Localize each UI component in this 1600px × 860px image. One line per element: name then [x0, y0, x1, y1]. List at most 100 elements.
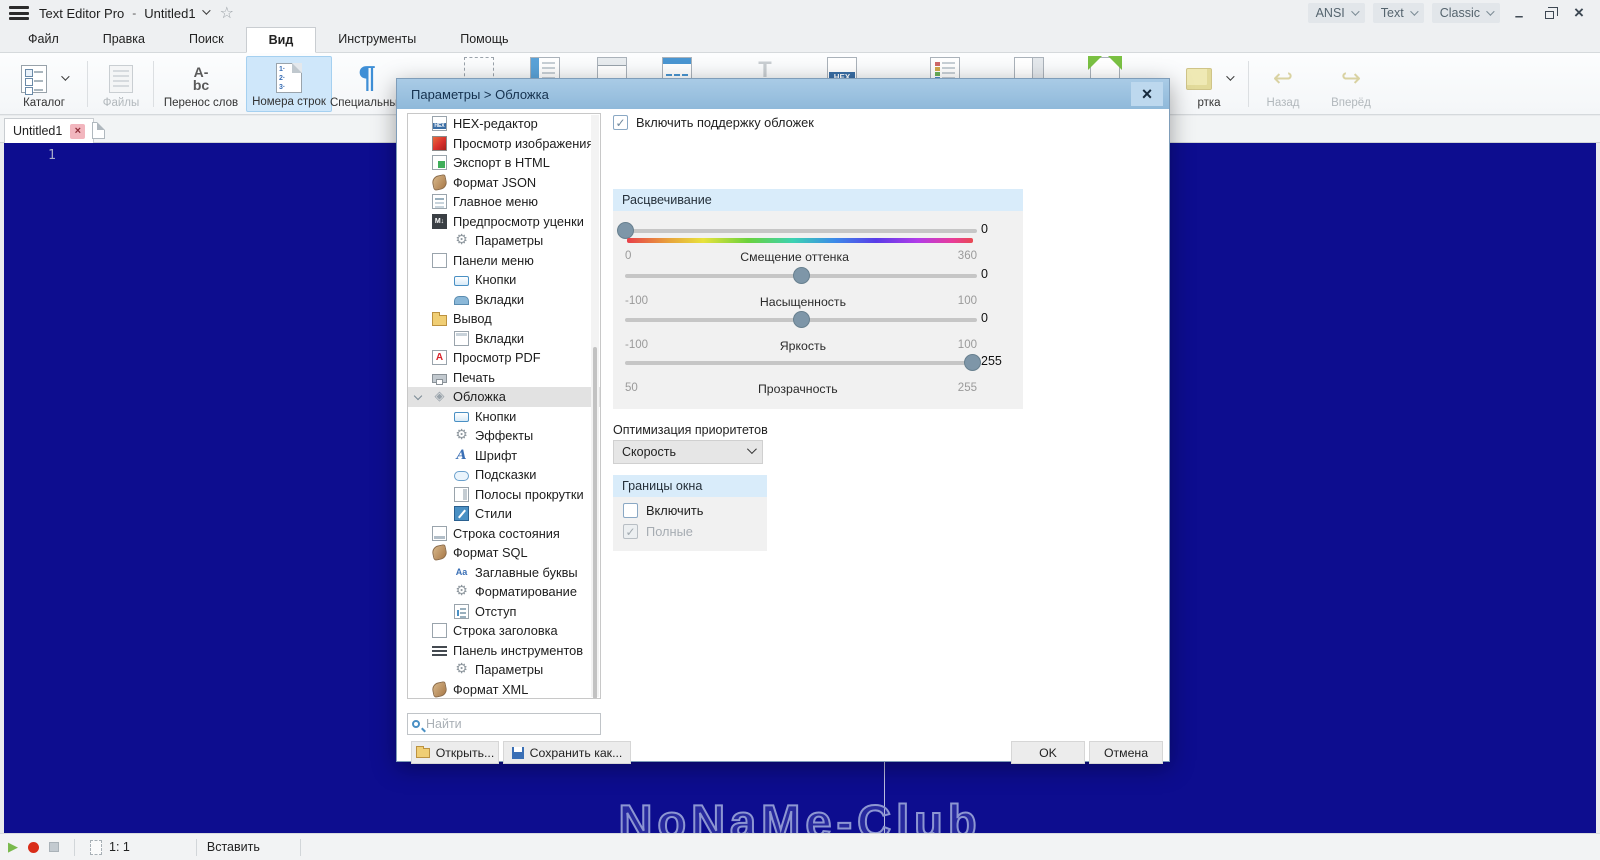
save-as-button[interactable]: Сохранить как...: [503, 741, 631, 764]
tree-item-Полосы прокрутки[interactable]: Полосы прокрутки: [408, 485, 600, 505]
slider-track[interactable]: [625, 311, 977, 328]
titlebar-doc-name[interactable]: Untitled1: [144, 6, 195, 21]
toolbar-button-label: ртка: [1197, 97, 1221, 109]
menu-tab-Вид[interactable]: Вид: [245, 27, 317, 53]
tree-item-Формат XML[interactable]: Формат XML: [408, 680, 600, 699]
tab-close-icon[interactable]: ×: [70, 123, 86, 139]
tree-item-Эффекты[interactable]: Эффекты: [408, 426, 600, 446]
open-button[interactable]: Открыть...: [411, 741, 499, 764]
macro-stop-icon: [49, 842, 59, 852]
tree-item-Главное меню[interactable]: Главное меню: [408, 192, 600, 212]
dialog-titlebar[interactable]: Параметры > Обложка ×: [397, 79, 1169, 109]
doc-name-chevron-icon[interactable]: [201, 6, 211, 15]
tree-item-Стили[interactable]: Стили: [408, 504, 600, 524]
tree-item-Формат JSON[interactable]: Формат JSON: [408, 173, 600, 193]
menu-tab-Файл[interactable]: Файл: [6, 26, 81, 52]
checkbox-Включить[interactable]: [623, 503, 638, 518]
tree-item-Параметры[interactable]: Параметры: [408, 231, 600, 251]
tree-item-Панель инструментов[interactable]: Панель инструментов: [408, 641, 600, 661]
tree-item-Строка заголовка[interactable]: Строка заголовка: [408, 621, 600, 641]
restore-button[interactable]: [1538, 3, 1560, 23]
toolbar-button-pilcrow[interactable]: ¶ Специальные: [330, 56, 404, 112]
theme-dropdown[interactable]: Classic: [1431, 3, 1500, 23]
tree-item-label: Просмотр изображения: [453, 135, 594, 151]
encoding-dropdown[interactable]: ANSI: [1307, 3, 1365, 23]
tree-item-Печать[interactable]: Печать: [408, 368, 600, 388]
slider-thumb[interactable]: [617, 222, 634, 239]
window-titlebar: Text Editor Pro - Untitled1 ☆ ANSI Text …: [0, 0, 1600, 26]
slider-name-label: Смещение оттенка: [740, 250, 849, 264]
new-document-icon[interactable]: [92, 122, 105, 139]
tree-search-box: [407, 713, 601, 735]
hue-gradient-bar: [627, 238, 973, 243]
folder-icon: [432, 311, 447, 326]
slider-track[interactable]: [625, 354, 981, 371]
chevron-down-icon[interactable]: [1225, 72, 1235, 81]
tree-item-Формат SQL[interactable]: Формат SQL: [408, 543, 600, 563]
caret-position-icon: [90, 839, 102, 855]
tree-item-Предпросмотр уценки[interactable]: Предпросмотр уценки: [408, 212, 600, 232]
settings-tree: HEX-редактор Просмотр изображения Экспорт …: [407, 113, 601, 699]
slider-track[interactable]: [625, 267, 977, 284]
tree-item-Параметры[interactable]: Параметры: [408, 660, 600, 680]
hamburger-menu-icon[interactable]: [9, 6, 29, 20]
document-tab[interactable]: Untitled1 ×: [4, 118, 95, 143]
toolbar-button-cube[interactable]: ртка: [1172, 56, 1246, 112]
filetype-dropdown[interactable]: Text: [1372, 3, 1424, 23]
menu-tab-Инструменты[interactable]: Инструменты: [316, 26, 438, 52]
close-window-button[interactable]: ×: [1568, 3, 1590, 23]
menu-tab-Правка[interactable]: Правка: [81, 26, 167, 52]
toolbar-button-word-wrap[interactable]: A-bc Перенос слов: [158, 56, 244, 112]
favorite-star-icon[interactable]: ☆: [220, 3, 234, 23]
statusbar-icon: [432, 525, 447, 541]
tree-item-Вкладки[interactable]: Вкладки: [408, 329, 600, 349]
tree-item-Кнопки[interactable]: Кнопки: [408, 270, 600, 290]
ok-button[interactable]: OK: [1011, 741, 1085, 764]
expanded-chevron-icon[interactable]: [413, 391, 423, 401]
tree-item-Кнопки[interactable]: Кнопки: [408, 407, 600, 427]
menu-tab-Помощь[interactable]: Помощь: [438, 26, 530, 52]
macro-play-icon[interactable]: ▶: [8, 839, 18, 855]
macro-record-icon[interactable]: [28, 841, 39, 853]
tree-item-label: Кнопки: [475, 408, 517, 424]
tree-item-Просмотр изображения[interactable]: Просмотр изображения: [408, 134, 600, 154]
tree-item-Просмотр PDF[interactable]: Просмотр PDF: [408, 348, 600, 368]
tree-item-Экспорт в HTML[interactable]: Экспорт в HTML: [408, 153, 600, 173]
toolbar-button-line-numbers[interactable]: Номера строк: [246, 56, 332, 112]
dialog-close-icon[interactable]: ×: [1131, 82, 1163, 106]
slider-thumb[interactable]: [793, 311, 810, 328]
search-icon: [412, 720, 420, 728]
minimize-button[interactable]: –: [1508, 3, 1530, 25]
tree-scrollbar[interactable]: [591, 115, 599, 698]
cancel-button[interactable]: Отмена: [1089, 741, 1163, 764]
tree-item-Заглавные буквы[interactable]: Заглавные буквы: [408, 563, 600, 583]
slider-track[interactable]: [617, 222, 977, 239]
tree-item-Форматирование[interactable]: Форматирование: [408, 582, 600, 602]
enable-skins-checkbox[interactable]: [613, 115, 628, 130]
tree-item-HEX-редактор[interactable]: HEX-редактор: [408, 114, 600, 134]
slider-thumb[interactable]: [793, 267, 810, 284]
priority-dropdown[interactable]: Скорость: [613, 440, 763, 464]
tree-item-Строка состояния[interactable]: Строка состояния: [408, 524, 600, 544]
tree-item-Подсказки[interactable]: Подсказки: [408, 465, 600, 485]
broom-icon: [431, 680, 448, 698]
scrollbar-icon: [454, 486, 469, 502]
tab-page-icon: [454, 330, 469, 346]
tree-item-Вкладки[interactable]: Вкладки: [408, 290, 600, 310]
search-input[interactable]: [426, 717, 576, 731]
menu-tab-Поиск[interactable]: Поиск: [167, 26, 246, 52]
tree-item-Вывод[interactable]: Вывод: [408, 309, 600, 329]
tree-item-Отступ[interactable]: Отступ: [408, 602, 600, 622]
broom-icon: [431, 173, 448, 191]
toolbar-button-catalog[interactable]: Каталог: [4, 56, 84, 112]
slider-thumb[interactable]: [963, 354, 981, 371]
insert-mode-indicator[interactable]: Вставить: [207, 840, 260, 854]
tree-item-Панели меню[interactable]: Панели меню: [408, 251, 600, 271]
tree-item-label: Строка состояния: [453, 525, 560, 541]
tree-scrollbar-thumb[interactable]: [593, 347, 597, 698]
chevron-down-icon[interactable]: [60, 72, 70, 81]
button-icon: [454, 412, 469, 423]
slider-value: 0: [981, 222, 988, 236]
tree-item-Обложка[interactable]: Обложка: [408, 387, 600, 407]
tree-item-Шрифт[interactable]: Шрифт: [408, 446, 600, 466]
